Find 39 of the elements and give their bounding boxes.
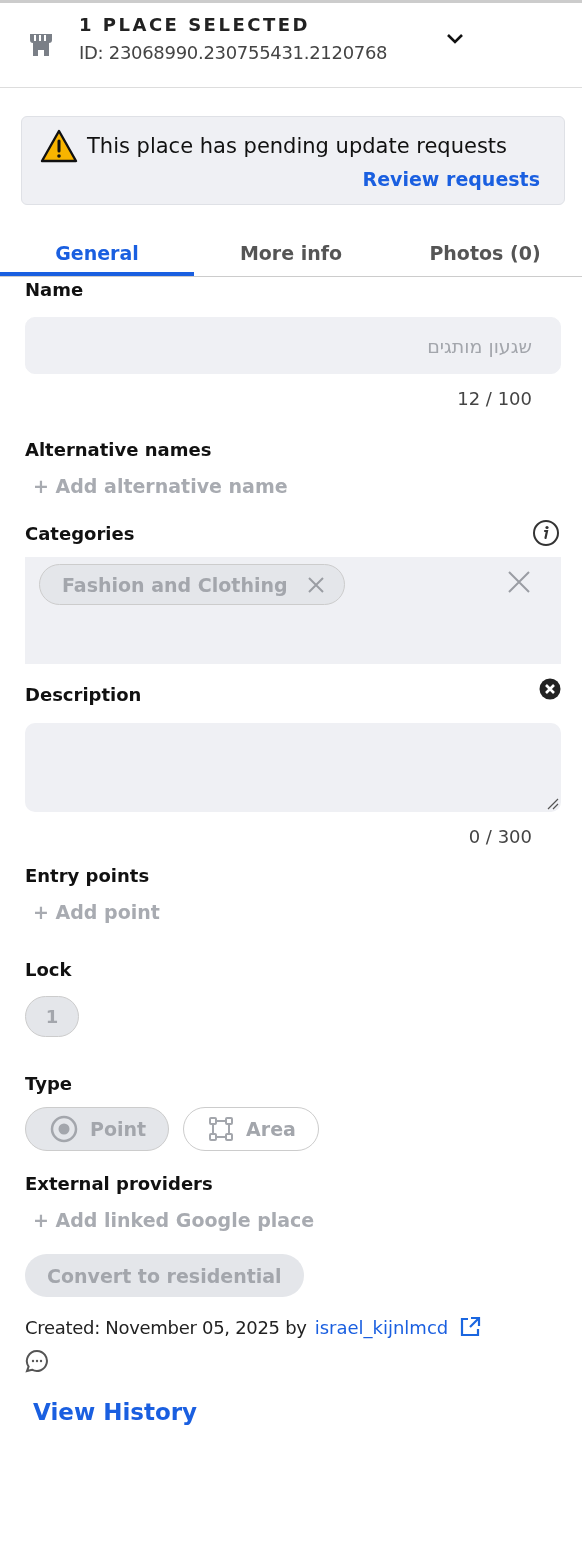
field-label: Categories: [25, 522, 135, 544]
chat-bubble-icon[interactable]: [25, 1349, 49, 1373]
selection-title: 1 PLACE SELECTED: [79, 13, 311, 35]
view-history-link[interactable]: View History: [33, 1399, 198, 1425]
clear-icon: [508, 571, 530, 593]
character-counter: 0 / 300: [468, 826, 532, 847]
lock-level-chip[interactable]: 1: [25, 996, 79, 1037]
type-option[interactable]: Point: [25, 1107, 170, 1151]
chevron-down-icon[interactable]: [446, 33, 464, 45]
field-label: External providers: [25, 1173, 214, 1194]
character-counter: 12 / 100: [457, 388, 532, 409]
field-label: Alternative names: [25, 439, 213, 460]
store-icon: [28, 32, 54, 58]
created-info: Created: November 05, 2025 by: [25, 1316, 307, 1338]
chip-label: Fashion and Clothing: [62, 573, 288, 596]
polygon-icon: [208, 1116, 235, 1142]
field-label: Type: [25, 1073, 73, 1094]
tab[interactable]: General: [0, 233, 194, 276]
resize-handle-icon: [547, 798, 559, 810]
user-link[interactable]: israel_kijnlmcd: [314, 1316, 449, 1338]
field-label: Description: [25, 684, 142, 705]
external-link-icon: [458, 1315, 483, 1339]
place-id: ID: 23068990.230755431.2120768: [79, 41, 389, 63]
field-label: Lock: [25, 959, 73, 980]
target-icon: [50, 1115, 78, 1143]
close-icon: [539, 677, 561, 700]
type-option[interactable]: Area: [183, 1107, 319, 1151]
tab[interactable]: More info: [194, 233, 388, 276]
categories-field[interactable]: Fashion and Clothing: [25, 557, 561, 664]
info-icon: [532, 519, 560, 547]
description-field[interactable]: [25, 723, 561, 812]
category-chip[interactable]: Fashion and Clothing: [39, 564, 345, 605]
tab[interactable]: Photos (0): [388, 233, 582, 276]
alert-message: This place has pending update requests: [87, 133, 508, 160]
review-requests-link[interactable]: Review requests: [362, 168, 540, 190]
field-label: Name: [25, 279, 84, 300]
field-label: Entry points: [25, 865, 151, 886]
warning-icon: [40, 129, 78, 163]
close-icon: [307, 576, 324, 593]
